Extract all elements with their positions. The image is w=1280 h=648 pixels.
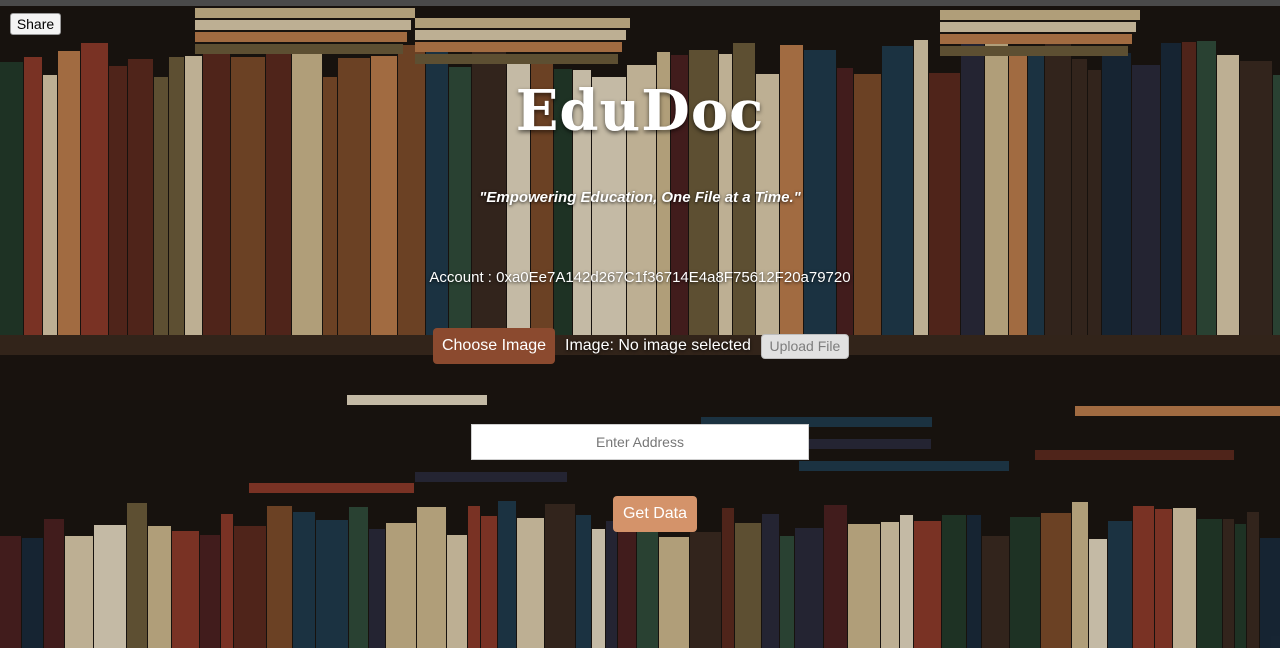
upload-file-button[interactable]: Upload File — [760, 333, 849, 359]
account-address: Account : 0xa0Ee7A142d267C1f36714E4a8F75… — [429, 269, 851, 286]
choose-image-button[interactable]: Choose Image — [433, 328, 555, 364]
upload-row: Choose Image Image: No image selected Up… — [433, 328, 849, 364]
address-input[interactable] — [471, 424, 809, 460]
share-button[interactable]: Share — [10, 13, 61, 35]
get-data-button[interactable]: Get Data — [613, 496, 697, 532]
image-status-label: Image: No image selected — [565, 337, 751, 354]
app-title: EduDoc — [515, 78, 765, 144]
window-top-border — [0, 0, 1280, 6]
app-tagline: "Empowering Education, One File at a Tim… — [479, 189, 801, 206]
app-root: Share EduDoc "Empowering Education, One … — [0, 0, 1280, 648]
